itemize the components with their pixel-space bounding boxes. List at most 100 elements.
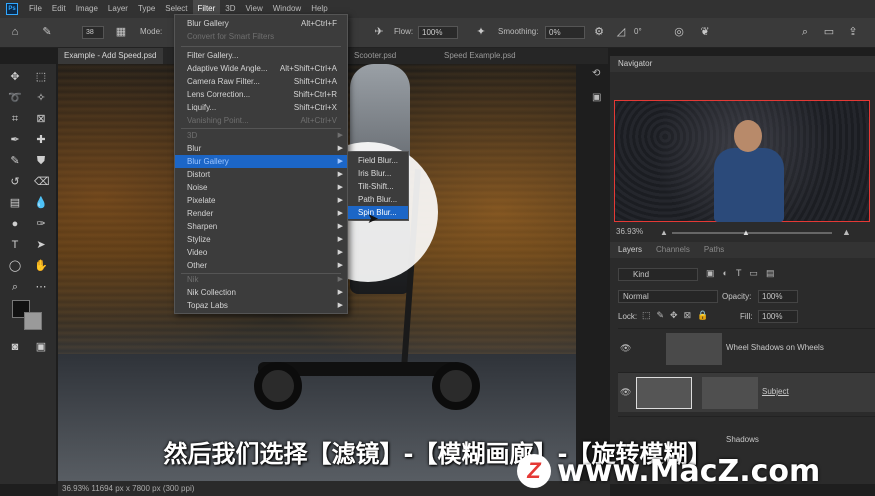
filter-menu-item[interactable]: Stylize ▶: [175, 233, 347, 246]
screen-mode-icon[interactable]: ▣: [34, 340, 48, 354]
filter-menu-item[interactable]: Filter Gallery...: [175, 49, 347, 62]
photoshop-logo-icon[interactable]: Ps: [6, 3, 18, 15]
tab-layers[interactable]: Layers: [618, 242, 642, 258]
zoom-slider-handle[interactable]: ▲: [742, 228, 750, 237]
airbrush-toggle-icon[interactable]: ✦: [474, 25, 488, 39]
blur-submenu-item[interactable]: Iris Blur...: [348, 167, 408, 180]
fill-field[interactable]: 100%: [758, 310, 798, 323]
shape-tool-icon[interactable]: ◯: [8, 259, 22, 273]
tab-channels[interactable]: Channels: [656, 242, 690, 258]
eyedropper-icon[interactable]: ✒: [8, 133, 22, 147]
crop-tool-icon[interactable]: ⌗: [8, 112, 22, 126]
blur-submenu-item[interactable]: Tilt-Shift...: [348, 180, 408, 193]
dodge-icon[interactable]: ●: [8, 217, 22, 231]
opacity-field[interactable]: 100%: [758, 290, 798, 303]
marquee-tool-icon[interactable]: ⬚: [34, 70, 48, 84]
layer-name[interactable]: Subject: [762, 387, 789, 396]
zoom-slider[interactable]: [672, 232, 832, 234]
tab-paths[interactable]: Paths: [704, 242, 724, 258]
zoom-in-icon[interactable]: ▲: [842, 227, 851, 237]
move-tool-icon[interactable]: ✥: [8, 70, 22, 84]
filter-menu-item[interactable]: Blur Gallery ▶: [175, 155, 347, 168]
navigator-title[interactable]: Navigator: [610, 56, 875, 72]
filter-menu-item[interactable]: Topaz Labs ▶: [175, 299, 347, 312]
pressure-icon[interactable]: ◎: [672, 25, 686, 39]
lock-icons[interactable]: ⬚✎✥⊠🔒: [642, 310, 714, 321]
menu-image[interactable]: Image: [71, 0, 103, 18]
stamp-icon[interactable]: ⛊: [34, 154, 48, 168]
smoothing-field[interactable]: 0%: [545, 26, 585, 39]
quick-mask-icon[interactable]: ◙: [8, 340, 22, 354]
angle-icon[interactable]: ◿: [614, 25, 628, 39]
path-select-icon[interactable]: ➤: [34, 238, 48, 252]
menu-layer[interactable]: Layer: [103, 0, 133, 18]
eraser-icon[interactable]: ⌫: [34, 175, 50, 189]
blur-submenu-item[interactable]: Field Blur...: [348, 154, 408, 167]
brush-size-field[interactable]: 38: [82, 26, 104, 39]
menu-type[interactable]: Type: [133, 0, 160, 18]
search-icon[interactable]: ⌕: [798, 25, 812, 39]
layer-row[interactable]: 👁 Wheel Shadows on Wheels: [618, 328, 875, 368]
filter-menu-item[interactable]: Blur Gallery Alt+Ctrl+F: [175, 17, 347, 30]
history-panel-icon[interactable]: ⟲: [592, 68, 600, 79]
brush-settings-icon[interactable]: ▦: [114, 25, 128, 39]
zoom-tool-icon[interactable]: ⌕: [8, 280, 22, 294]
blur-tool-icon[interactable]: 💧: [34, 196, 48, 210]
pen-tool-icon[interactable]: ✑: [34, 217, 48, 231]
tab-speed-example[interactable]: Speed Example.psd: [438, 48, 522, 64]
gradient-icon[interactable]: ▤: [8, 196, 22, 210]
filter-menu-item[interactable]: Distort ▶: [175, 168, 347, 181]
blur-submenu-item[interactable]: Path Blur...: [348, 193, 408, 206]
tab-example-add-speed[interactable]: Example - Add Speed.psd: [58, 48, 163, 64]
navigator-preview[interactable]: [614, 100, 870, 222]
menu-item-label: Video: [187, 248, 208, 257]
watermark-badge-icon: Z: [517, 454, 551, 488]
filter-menu-item[interactable]: Liquify... Shift+Ctrl+X: [175, 101, 347, 114]
filter-menu-item[interactable]: Adaptive Wide Angle... Alt+Shift+Ctrl+A: [175, 62, 347, 75]
frame-tool-icon[interactable]: ⊠: [34, 112, 48, 126]
healing-brush-icon[interactable]: ✚: [34, 133, 48, 147]
filter-menu-item[interactable]: Nik Collection ▶: [175, 286, 347, 299]
magic-wand-icon[interactable]: ✧: [34, 91, 48, 105]
home-icon[interactable]: ⌂: [8, 25, 22, 39]
filter-menu-item[interactable]: Noise ▶: [175, 181, 347, 194]
hand-tool-icon[interactable]: ✋: [34, 259, 48, 273]
filter-menu-item[interactable]: Other ▶: [175, 259, 347, 272]
adjustments-panel-icon[interactable]: ▣: [592, 92, 601, 103]
opacity-label: Opacity:: [722, 292, 752, 301]
navigator-zoom[interactable]: 36.93%: [616, 227, 643, 236]
filter-menu-item[interactable]: Pixelate ▶: [175, 194, 347, 207]
airbrush-icon[interactable]: ✈: [372, 25, 386, 39]
more-tools-icon[interactable]: ⋯: [34, 280, 48, 294]
zoom-out-icon[interactable]: ▲: [660, 228, 668, 237]
layer-filter-kind[interactable]: Kind: [618, 268, 698, 281]
visibility-eye-icon[interactable]: 👁: [620, 387, 631, 398]
filter-menu-item[interactable]: Video ▶: [175, 246, 347, 259]
gear-icon[interactable]: ⚙: [592, 25, 606, 39]
lasso-tool-icon[interactable]: ➰: [8, 91, 22, 105]
filter-menu-item[interactable]: Lens Correction... Shift+Ctrl+R: [175, 88, 347, 101]
filter-menu-item[interactable]: Render ▶: [175, 207, 347, 220]
menu-file[interactable]: File: [24, 0, 47, 18]
angle-value[interactable]: 0°: [634, 27, 642, 36]
tab-scooter[interactable]: Scooter.psd: [348, 48, 402, 64]
layer-filter-icons[interactable]: ▣◐T▭▤: [706, 268, 782, 279]
history-brush-icon[interactable]: ↺: [8, 175, 22, 189]
workspace-icon[interactable]: ▭: [822, 25, 836, 39]
brush-icon[interactable]: ✎: [8, 154, 22, 168]
type-tool-icon[interactable]: T: [8, 238, 22, 252]
visibility-eye-icon[interactable]: 👁: [620, 343, 631, 354]
symmetry-icon[interactable]: ❦: [698, 25, 712, 39]
background-color-swatch[interactable]: [24, 312, 42, 330]
layer-name[interactable]: Wheel Shadows on Wheels: [726, 343, 824, 352]
layer-row[interactable]: 👁 Subject: [618, 372, 875, 412]
filter-menu-item[interactable]: Sharpen ▶: [175, 220, 347, 233]
menu-edit[interactable]: Edit: [47, 0, 71, 18]
menu-item-label: Pixelate: [187, 196, 216, 205]
filter-menu-item[interactable]: Blur ▶: [175, 142, 347, 155]
filter-menu-item[interactable]: Camera Raw Filter... Shift+Ctrl+A: [175, 75, 347, 88]
flow-field[interactable]: 100%: [418, 26, 458, 39]
brush-tool-icon[interactable]: ✎: [40, 25, 54, 39]
blend-mode-select[interactable]: Normal: [618, 290, 718, 303]
share-icon[interactable]: ⇪: [846, 25, 860, 39]
